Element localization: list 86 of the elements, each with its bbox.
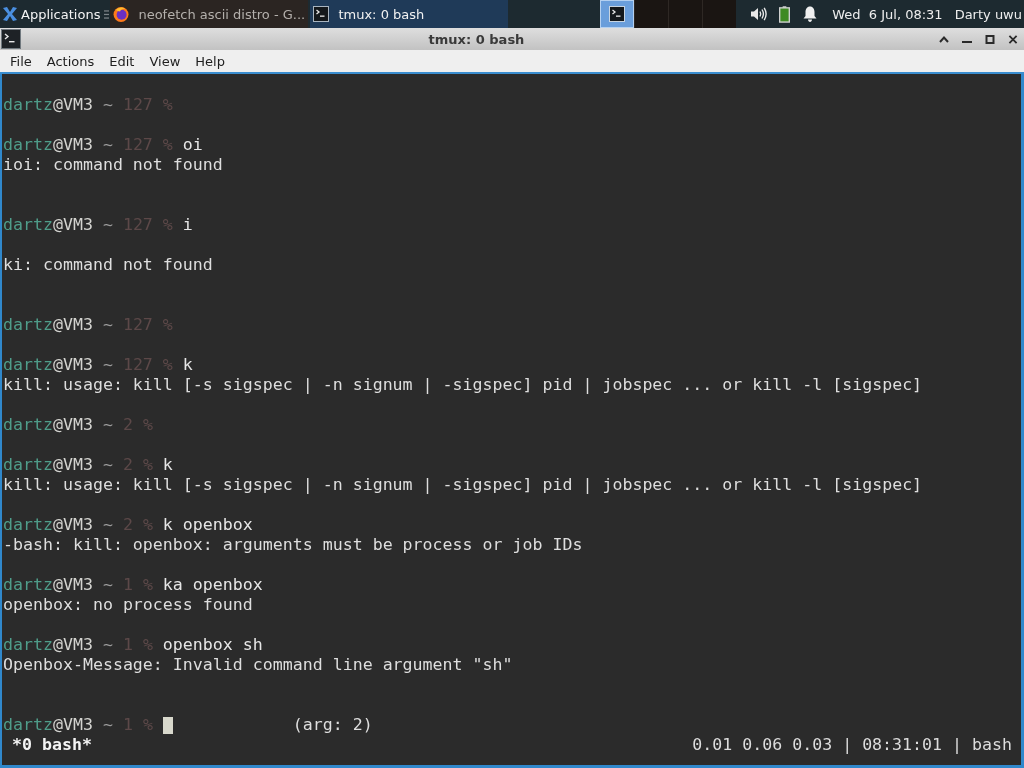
close-icon [1007,34,1018,44]
minimize-icon [961,41,972,43]
terminal-icon [609,6,626,22]
prompt-host: @VM3 [52,135,93,155]
prompt-directory: ~ [102,575,113,595]
prompt-directory: ~ [102,715,113,735]
prompt-user: dartz [3,415,53,435]
prompt-symbol: % [162,315,173,335]
prompt-directory: ~ [102,355,113,375]
prompt-user: dartz [3,315,53,335]
typed-command: oi [182,135,203,155]
grip-icon [104,9,110,19]
prompt-directory: ~ [102,415,113,435]
cross-logo-icon [2,6,18,22]
battery-icon[interactable] [779,5,791,23]
prompt-user: dartz [3,635,53,655]
prompt-symbol: % [162,215,173,235]
taskbar-button[interactable]: neofetch ascii distro - G... [110,0,309,28]
text-cursor [162,716,173,734]
prompt-host: @VM3 [52,715,93,735]
caret-up-icon [938,34,949,44]
prompt-symbol: % [162,135,173,155]
taskbar-button[interactable]: tmux: 0 bash [310,0,509,28]
typed-command: k [162,455,173,475]
prompt-directory: ~ [102,515,113,535]
menu-item[interactable]: Edit [102,50,142,72]
prompt-user: dartz [3,575,53,595]
terminal-output: kill: usage: kill [-s sigspec | -n signum | -sigspec] pid | jobspec ... or kill -l [sigspec] [3,375,923,395]
typed-command: ka openbox [162,575,263,595]
bell-icon[interactable] [803,6,818,22]
prompt-symbol: % [142,415,153,435]
clock[interactable]: Wed 6 Jul, 08:31 [832,6,943,22]
menu-item[interactable]: Actions [39,50,102,72]
prompt-symbol: % [142,635,153,655]
prompt-user: dartz [3,215,53,235]
tmux-window-tab[interactable]: *0 bash* [12,735,92,755]
prompt-host: @VM3 [52,515,93,535]
typed-command: k [182,355,193,375]
prompt-host: @VM3 [52,95,93,115]
prompt-host: @VM3 [52,635,93,655]
prompt-directory: ~ [102,455,113,475]
terminal-output: ki: command not found [3,255,213,275]
menu-item[interactable]: Help [188,50,232,72]
prompt-user: dartz [3,715,53,735]
prompt-symbol: % [142,575,153,595]
volume-icon[interactable] [751,7,768,21]
menu-item[interactable]: File [3,50,39,72]
prompt-symbol: % [142,455,153,475]
prompt-user: dartz [3,355,53,375]
applications-menu-button[interactable]: Applications [0,0,103,28]
prompt-directory: ~ [102,315,113,335]
prompt-directory: ~ [102,215,113,235]
user-name[interactable]: Darty uwu [954,6,1022,22]
terminal-output: Openbox-Message: Invalid command line argument "sh" [3,655,513,675]
prompt-host: @VM3 [52,575,93,595]
terminal-icon [313,6,330,22]
typed-command: i [182,215,193,235]
terminal-icon[interactable] [1,29,21,49]
terminal-output: openbox: no process found [3,595,253,615]
prompt-host: @VM3 [52,455,93,475]
prompt-host: @VM3 [52,215,93,235]
argument-hint: (arg: 2) [292,715,373,735]
prompt-symbol: % [142,515,153,535]
prompt-symbol: % [162,355,173,375]
prompt-directory: ~ [102,135,113,155]
window-title: tmux: 0 bash [427,31,526,47]
typed-command: k openbox [162,515,253,535]
maximize-icon [984,34,995,44]
terminal-output: -bash: kill: openbox: arguments must be process or job IDs [3,535,583,555]
prompt-user: dartz [3,135,53,155]
tmux-status-info: 0.01 0.06 0.03 | 08:31:01 | bash [692,735,1012,755]
terminal-output: kill: usage: kill [-s sigspec | -n signum | -sigspec] pid | jobspec ... or kill -l [sigspec] [3,475,923,495]
typed-command: openbox sh [162,635,263,655]
prompt-host: @VM3 [52,355,93,375]
prompt-directory: ~ [102,95,113,115]
prompt-symbol: % [162,95,173,115]
prompt-host: @VM3 [52,315,93,335]
menu-item[interactable]: View [142,50,188,72]
prompt-user: dartz [3,95,53,115]
prompt-host: @VM3 [52,415,93,435]
prompt-user: dartz [3,455,53,475]
prompt-directory: ~ [102,635,113,655]
swirl-globe-icon [113,6,130,22]
terminal-output: ioi: command not found [3,155,223,175]
prompt-symbol: % [142,715,153,735]
prompt-user: dartz [3,515,53,535]
